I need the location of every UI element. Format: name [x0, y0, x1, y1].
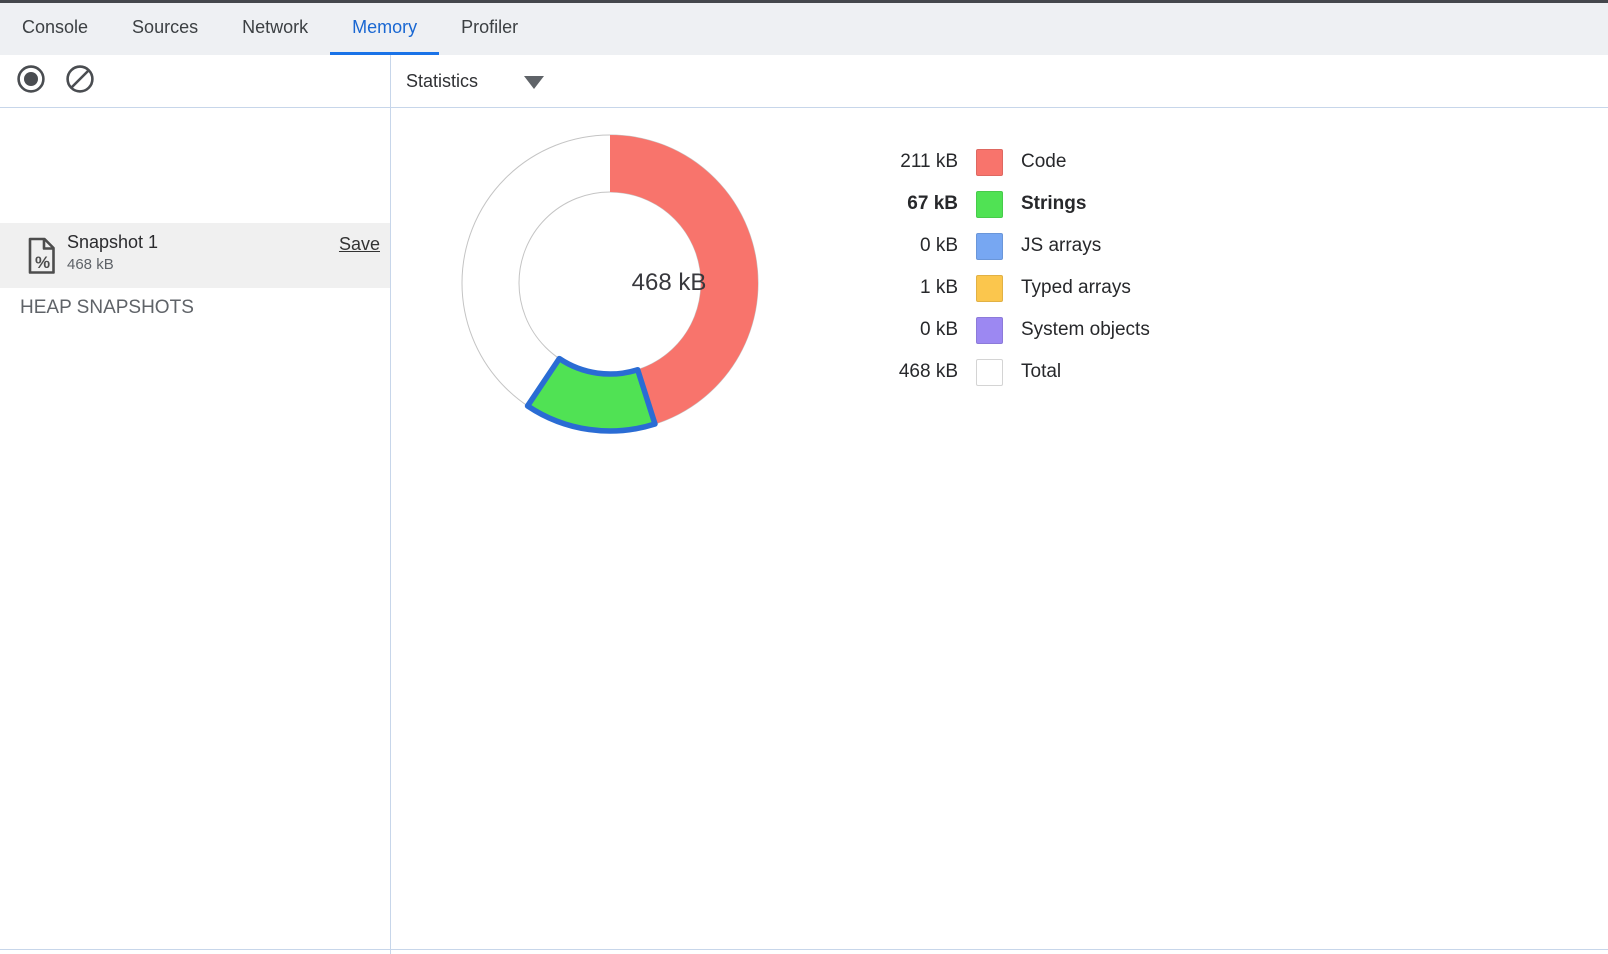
- perspective-select[interactable]: Statistics: [406, 71, 544, 92]
- legend-value: 1 kB: [858, 277, 958, 299]
- legend-swatch-js-arrays: [976, 233, 1003, 260]
- legend-label: System objects: [1021, 319, 1150, 341]
- chart-slice-strings[interactable]: [528, 359, 655, 431]
- svg-text:%: %: [35, 253, 50, 272]
- tab-profiler[interactable]: Profiler: [439, 3, 540, 55]
- legend-swatch-code: [976, 149, 1003, 176]
- legend-label: Typed arrays: [1021, 277, 1150, 299]
- tab-network[interactable]: Network: [220, 3, 330, 55]
- tab-console[interactable]: Console: [0, 3, 110, 55]
- chart-total-label: 468 kB: [632, 269, 707, 297]
- legend-value: 67 kB: [858, 193, 958, 215]
- clear-button[interactable]: [64, 65, 96, 97]
- save-snapshot-link[interactable]: Save: [339, 234, 380, 255]
- chart-legend: 211 kB Code 67 kB Strings 0 kB JS arrays…: [858, 141, 1150, 393]
- bottom-edge-line: [0, 949, 1608, 950]
- toolbar-left: [0, 55, 390, 107]
- legend-swatch-strings: [976, 191, 1003, 218]
- tab-sources[interactable]: Sources: [110, 3, 220, 55]
- donut-chart-svg: [450, 123, 770, 443]
- legend-swatch-system-objects: [976, 317, 1003, 344]
- snapshot-name: Snapshot 1: [67, 232, 158, 253]
- donut-chart[interactable]: 468 kB: [450, 123, 770, 443]
- clear-icon: [64, 63, 96, 100]
- snapshot-list-item[interactable]: % Snapshot 1 468 kB Save: [0, 223, 390, 288]
- legend-swatch-total: [976, 359, 1003, 386]
- snapshot-size: 468 kB: [67, 256, 114, 273]
- statistics-view: 468 kB 211 kB Code 67 kB Strings 0 kB JS…: [391, 108, 1608, 949]
- legend-swatch-typed-arrays: [976, 275, 1003, 302]
- legend-value: 468 kB: [858, 361, 958, 383]
- devtools-memory-panel: Console Sources Network Memory Profiler: [0, 0, 1608, 954]
- panel-tab-bar: Console Sources Network Memory Profiler: [0, 3, 1608, 55]
- tab-memory[interactable]: Memory: [330, 3, 439, 55]
- heap-snapshot-file-icon: %: [26, 236, 57, 281]
- heap-snapshots-heading: HEAP SNAPSHOTS: [20, 297, 194, 319]
- perspective-select-value: Statistics: [406, 71, 478, 92]
- legend-label: Strings: [1021, 193, 1150, 215]
- record-icon: [15, 63, 47, 100]
- legend-label: Code: [1021, 151, 1150, 173]
- legend-label: JS arrays: [1021, 235, 1150, 257]
- legend-value: 0 kB: [858, 319, 958, 341]
- toolbar-right: Statistics: [391, 55, 544, 107]
- legend-label: Total: [1021, 361, 1150, 383]
- legend-value: 0 kB: [858, 235, 958, 257]
- dropdown-triangle-icon: [524, 76, 544, 89]
- toolbar: Statistics: [0, 55, 1608, 108]
- legend-value: 211 kB: [858, 151, 958, 173]
- record-button[interactable]: [15, 65, 47, 97]
